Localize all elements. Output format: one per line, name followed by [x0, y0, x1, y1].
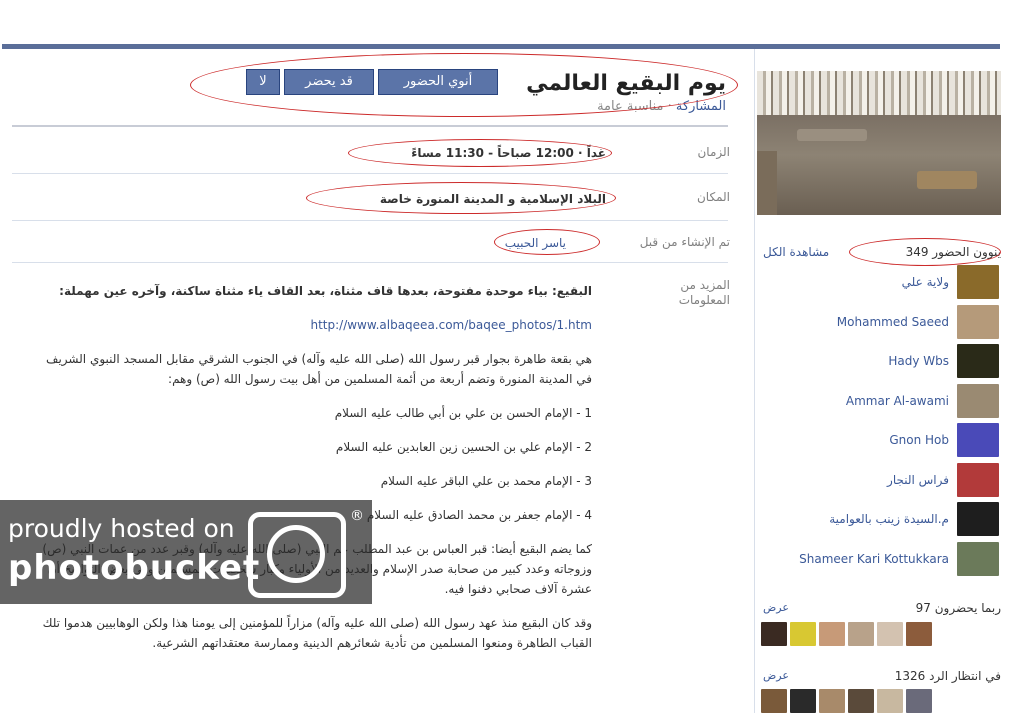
attendee-item[interactable]: Gnon Hob — [755, 421, 1001, 461]
time-label: الزمان — [697, 145, 730, 159]
more-info-text: البقيع: بياء موحدة مفتوحة، بعدها قاف مثن… — [36, 281, 592, 667]
event-type: مناسبة عامة — [597, 99, 664, 114]
not-going-button[interactable]: لا — [246, 69, 280, 95]
maybe-button[interactable]: قد يحضر — [284, 69, 374, 95]
info-paragraph: هي بقعة طاهرة بجوار قبر رسول الله (صلى ا… — [46, 352, 592, 386]
created-label: تم الإنشاء من قبل — [639, 235, 730, 249]
avatar[interactable] — [819, 622, 845, 646]
avatar[interactable] — [957, 344, 999, 378]
avatar[interactable] — [790, 689, 816, 713]
photo-crowd — [757, 71, 1001, 115]
photo-ground — [757, 115, 1001, 215]
avatar[interactable] — [906, 622, 932, 646]
time-value: غداً · 12:00 صباحاً - 11:30 مساءً — [411, 146, 606, 160]
awaiting-header: عرض 1326 في انتظار الرد — [763, 669, 1001, 685]
creator-divider — [12, 262, 728, 263]
attendee-name[interactable]: فراس النجار — [887, 473, 949, 487]
time-divider — [12, 173, 728, 174]
attendee-name[interactable]: ولاية علي — [902, 275, 949, 289]
info-list-item: 2 - الإمام علي بن الحسين زين العابدين عل… — [335, 440, 592, 454]
view-all-link[interactable]: مشاهدة الكل — [763, 245, 829, 259]
attendee-item[interactable]: Mohammed Saeed — [755, 303, 1001, 343]
registered-mark: ® — [350, 508, 364, 524]
place-value: البلاد الإسلامية و المدينة المنورة خاصة — [379, 192, 606, 206]
attendee-name[interactable]: Hady Wbs — [888, 354, 949, 368]
avatar[interactable] — [957, 423, 999, 457]
event-sidebar: مشاهدة الكل 349 ينوون الحضور ولاية علي Mo… — [754, 49, 1001, 713]
attendee-name[interactable]: Shameer Kari Kottukkara — [799, 552, 949, 566]
attending-header: مشاهدة الكل 349 ينوون الحضور — [763, 245, 1001, 261]
attendee-item[interactable]: فراس النجار — [755, 461, 1001, 501]
info-list-item: 3 - الإمام محمد بن علي الباقر عليه السلا… — [380, 474, 592, 488]
attendee-item[interactable]: ولاية علي — [755, 263, 1001, 303]
avatar[interactable] — [957, 541, 999, 576]
maybe-header: عرض 97 ربما يحضرون — [763, 601, 1001, 617]
avatar[interactable] — [906, 689, 932, 713]
camera-icon — [248, 512, 346, 598]
avatar[interactable] — [761, 689, 787, 713]
event-main-column: يوم البقيع العالمي المشاركة · مناسبة عام… — [2, 49, 752, 713]
awaiting-count: 1326 في انتظار الرد — [894, 669, 1001, 683]
event-title: يوم البقيع العالمي — [526, 71, 726, 96]
event-photo[interactable] — [757, 71, 1001, 215]
attendee-item[interactable]: Ammar Al-awami — [755, 382, 1001, 422]
watermark-line1: proudly hosted on — [8, 514, 235, 543]
attendee-name[interactable]: م.السيدة زينب بالعوامية — [829, 512, 949, 526]
attendee-list: ولاية علي Mohammed Saeed Hady Wbs Ammar Al-… — [755, 263, 1001, 579]
maybe-count: 97 ربما يحضرون — [915, 601, 1001, 615]
avatar[interactable] — [819, 689, 845, 713]
attendee-item[interactable]: Shameer Kari Kottukkara — [755, 540, 1001, 580]
place-label: المكان — [696, 190, 730, 204]
info-list-item: 1 - الإمام الحسن بن علي بن أبي طالب عليه… — [334, 406, 592, 420]
avatar[interactable] — [957, 265, 999, 299]
creator-link[interactable]: ياسر الحبيب — [505, 236, 566, 250]
attendee-name[interactable]: Ammar Al-awami — [846, 394, 949, 408]
avatar[interactable] — [877, 622, 903, 646]
attendee-name[interactable]: Gnon Hob — [889, 433, 949, 447]
watermark-logo-text: photobucket — [8, 548, 261, 588]
photo-grave — [917, 171, 977, 189]
awaiting-view-link[interactable]: عرض — [763, 669, 789, 682]
attending-count: 349 ينوون الحضور — [905, 245, 1001, 259]
more-info-label: المزيد من المعلومات — [678, 278, 730, 307]
avatar[interactable] — [957, 502, 999, 536]
info-paragraph: وقد كان البقيع منذ عهد رسول الله (صلى ال… — [42, 616, 592, 650]
avatar[interactable] — [761, 622, 787, 646]
attendee-name[interactable]: Mohammed Saeed — [837, 315, 949, 329]
photo-wall — [757, 151, 777, 215]
maybe-thumbnails — [761, 622, 935, 648]
event-page: يوم البقيع العالمي المشاركة · مناسبة عام… — [2, 49, 1001, 713]
awaiting-thumbnails — [761, 689, 935, 713]
photobucket-watermark: proudly hosted on photobucket ® — [0, 500, 372, 604]
avatar[interactable] — [957, 462, 999, 497]
header-divider — [12, 125, 728, 127]
share-link[interactable]: المشاركة — [676, 99, 726, 114]
place-divider — [12, 220, 728, 221]
photo-grave — [797, 129, 867, 141]
going-button[interactable]: أنوي الحضور — [378, 69, 498, 95]
attendee-item[interactable]: م.السيدة زينب بالعوامية — [755, 500, 1001, 540]
info-paragraph: البقيع: بياء موحدة مفتوحة، بعدها قاف مثن… — [59, 284, 592, 298]
avatar[interactable] — [848, 622, 874, 646]
avatar[interactable] — [848, 689, 874, 713]
avatar[interactable] — [877, 689, 903, 713]
avatar[interactable] — [790, 622, 816, 646]
avatar[interactable] — [957, 383, 999, 418]
attendee-item[interactable]: Hady Wbs — [755, 342, 1001, 382]
event-subline: المشاركة · مناسبة عامة — [597, 99, 726, 114]
avatar[interactable] — [957, 304, 999, 339]
info-link[interactable]: http://www.albaqeea.com/baqee_photos/1.h… — [36, 315, 592, 335]
maybe-view-link[interactable]: عرض — [763, 601, 789, 614]
